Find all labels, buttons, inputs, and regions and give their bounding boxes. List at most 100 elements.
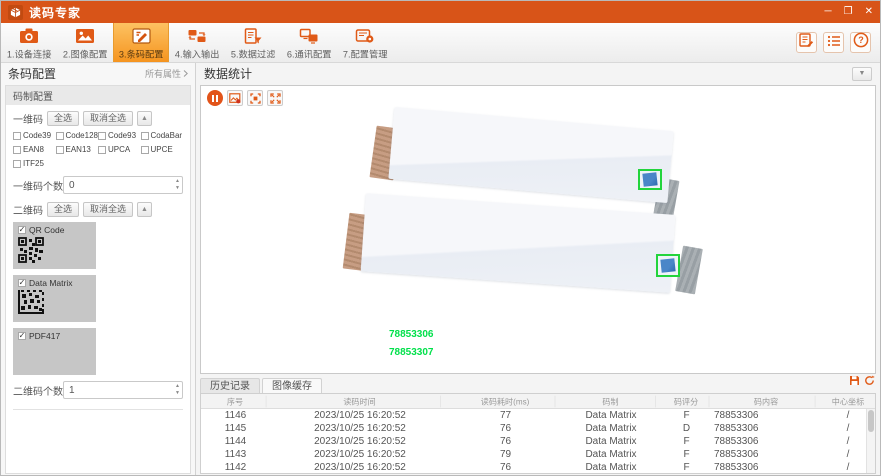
checkbox-checked-icon[interactable]: ✓ <box>18 332 26 340</box>
one-d-count-input[interactable]: 0 ▲▼ <box>63 176 183 194</box>
checkbox-icon[interactable] <box>13 132 21 140</box>
barcode-type-ean13[interactable]: EAN13 <box>56 144 99 158</box>
column-header[interactable]: 读码时间 <box>279 395 441 407</box>
toolbar-tab-1[interactable]: 1.设备连接 <box>1 23 57 62</box>
scrollbar-thumb[interactable] <box>868 410 874 432</box>
app-window: 读码专家 ─ ❐ ✕ 1.设备连接2.图像配置3.条码配置 4.输入输出 5.数据过… <box>0 0 881 476</box>
table-cell: 76 <box>450 436 561 447</box>
table-scrollbar[interactable] <box>866 409 875 473</box>
table-cell: F <box>661 462 712 473</box>
two-d-count-input[interactable]: 1 ▲▼ <box>63 381 183 399</box>
table-cell: 1146 <box>201 410 270 421</box>
column-header[interactable]: 读码耗时(ms) <box>456 395 556 407</box>
one-d-collapse-button[interactable]: ▲ <box>137 111 152 126</box>
one-d-select-all-button[interactable]: 全选 <box>47 111 79 126</box>
column-header[interactable]: 序号 <box>204 395 266 407</box>
fit-view-button[interactable] <box>247 90 263 106</box>
all-properties-link[interactable]: 所有属性 <box>145 67 188 80</box>
toolbar-tab-label: 5.数据过滤 <box>231 47 275 61</box>
barcode-type-code39[interactable]: Code39 <box>13 130 56 144</box>
pause-button[interactable] <box>207 90 223 106</box>
toolbar-tab-3[interactable]: 3.条码配置 <box>113 23 169 62</box>
barcode-type-upce[interactable]: UPCE <box>141 144 184 158</box>
barcode-type-code93[interactable]: Code93 <box>98 130 141 144</box>
image-button[interactable] <box>227 90 243 106</box>
barcode-type-head: UPCA <box>98 145 139 154</box>
one-d-deselect-all-button[interactable]: 取消全选 <box>83 111 133 126</box>
svg-text:?: ? <box>858 35 864 45</box>
checkbox-checked-icon[interactable]: ✓ <box>18 279 26 287</box>
maximize-button[interactable]: ❐ <box>844 7 853 17</box>
config-manage-icon <box>355 27 375 44</box>
barcode-type-data-matrix[interactable]: ✓Data Matrix <box>13 275 96 322</box>
toolbar-tab-label: 4.输入输出 <box>175 47 219 61</box>
toolbar-tab-6[interactable]: 6.通讯配置 <box>281 23 337 62</box>
two-d-collapse-button[interactable]: ▲ <box>137 202 152 217</box>
column-header[interactable]: 码评分 <box>664 395 710 407</box>
checkbox-icon[interactable] <box>13 146 21 154</box>
fullscreen-icon <box>270 93 281 104</box>
help-button[interactable]: ? <box>850 32 871 53</box>
barcode-type-itf25[interactable]: ITF25 <box>13 158 56 172</box>
barcode-type-code128[interactable]: Code128 <box>56 130 99 144</box>
one-d-group-label: 一维码 <box>13 111 43 126</box>
panel-collapse-button[interactable]: ▼ <box>852 67 872 81</box>
one-d-barcode-grid: Code39Code128 Code93 CodaBar EAN8EAN13 UPCA U… <box>13 130 183 172</box>
toolbar-tab-5[interactable]: 5.数据过滤 <box>225 23 281 62</box>
barcode-type-pdf417[interactable]: ✓PDF417 <box>13 328 96 375</box>
checkbox-checked-icon[interactable]: ✓ <box>18 226 26 234</box>
close-button[interactable]: ✕ <box>865 7 873 17</box>
spinner-arrows-icon[interactable]: ▲▼ <box>175 383 180 397</box>
barcode-type-ean8[interactable]: EAN8 <box>13 144 56 158</box>
refresh-button[interactable] <box>864 373 875 391</box>
save-button[interactable] <box>849 373 860 391</box>
log-button[interactable] <box>796 32 817 53</box>
barcode-type-name: UPCA <box>108 145 130 154</box>
decoded-result-text: 78853306 <box>389 329 434 340</box>
spinner-arrows-icon[interactable]: ▲▼ <box>175 178 180 192</box>
barcode-type-codabar[interactable]: CodaBar <box>141 130 184 144</box>
column-header[interactable]: 码内容 <box>717 395 815 407</box>
table-cell: 1143 <box>201 449 270 460</box>
window-title: 读码专家 <box>29 4 81 21</box>
two-d-select-all-button[interactable]: 全选 <box>47 202 79 217</box>
two-d-deselect-all-button[interactable]: 取消全选 <box>83 202 133 217</box>
refresh-icon <box>864 375 875 386</box>
table-cell: 2023/10/25 16:20:52 <box>270 423 450 434</box>
table-row[interactable]: 11452023/10/25 16:20:5276Data MatrixD788… <box>201 422 875 435</box>
checkbox-icon[interactable] <box>56 132 64 140</box>
checkbox-icon[interactable] <box>141 132 149 140</box>
checkbox-icon[interactable] <box>98 132 106 140</box>
column-header[interactable]: 码制 <box>566 395 656 407</box>
checkbox-icon[interactable] <box>56 146 64 154</box>
section-title: 码制配置 <box>6 86 190 105</box>
one-d-count-label: 一维码个数 <box>13 178 63 193</box>
right-panel-title: 数据统计 <box>204 65 252 82</box>
table-cell: F <box>661 449 712 460</box>
history-table-body: 11462023/10/25 16:20:5277Data MatrixF788… <box>201 409 875 474</box>
toolbar-tab-4[interactable]: 4.输入输出 <box>169 23 225 62</box>
history-tab-1[interactable]: 历史记录 <box>200 378 260 393</box>
history-tab-2[interactable]: 图像缓存 <box>262 378 322 393</box>
toolbar-tab-2[interactable]: 2.图像配置 <box>57 23 113 62</box>
checkbox-icon[interactable] <box>141 146 149 154</box>
table-row[interactable]: 11422023/10/25 16:20:5276Data MatrixF788… <box>201 461 875 474</box>
checkbox-icon[interactable] <box>98 146 106 154</box>
checkbox-icon[interactable] <box>13 160 21 168</box>
barcode-type-qr-code[interactable]: ✓QR Code <box>13 222 96 269</box>
barcode-config-panel: 条码配置 所有属性 码制配置 一维码 全选 取消全选 ▲ Code39Code1… <box>1 63 196 476</box>
barcode-type-name: PDF417 <box>29 331 60 341</box>
barcode-type-upca[interactable]: UPCA <box>98 144 141 158</box>
table-row[interactable]: 11462023/10/25 16:20:5277Data MatrixF788… <box>201 409 875 422</box>
table-row[interactable]: 11442023/10/25 16:20:5276Data MatrixF788… <box>201 435 875 448</box>
minimize-button[interactable]: ─ <box>825 7 832 17</box>
history-tab-row: 历史记录图像缓存 <box>200 376 876 393</box>
divider <box>13 409 183 410</box>
fullscreen-button[interactable] <box>267 90 283 106</box>
barcode-type-name: Code93 <box>108 131 136 140</box>
table-row[interactable]: 11432023/10/25 16:20:5279Data MatrixF788… <box>201 448 875 461</box>
barcode-type-name: ITF25 <box>23 159 44 168</box>
toolbar-tab-7[interactable]: 7.配置管理 <box>337 23 393 62</box>
list-button[interactable] <box>823 32 844 53</box>
column-header[interactable]: 中心坐标 <box>824 395 873 407</box>
